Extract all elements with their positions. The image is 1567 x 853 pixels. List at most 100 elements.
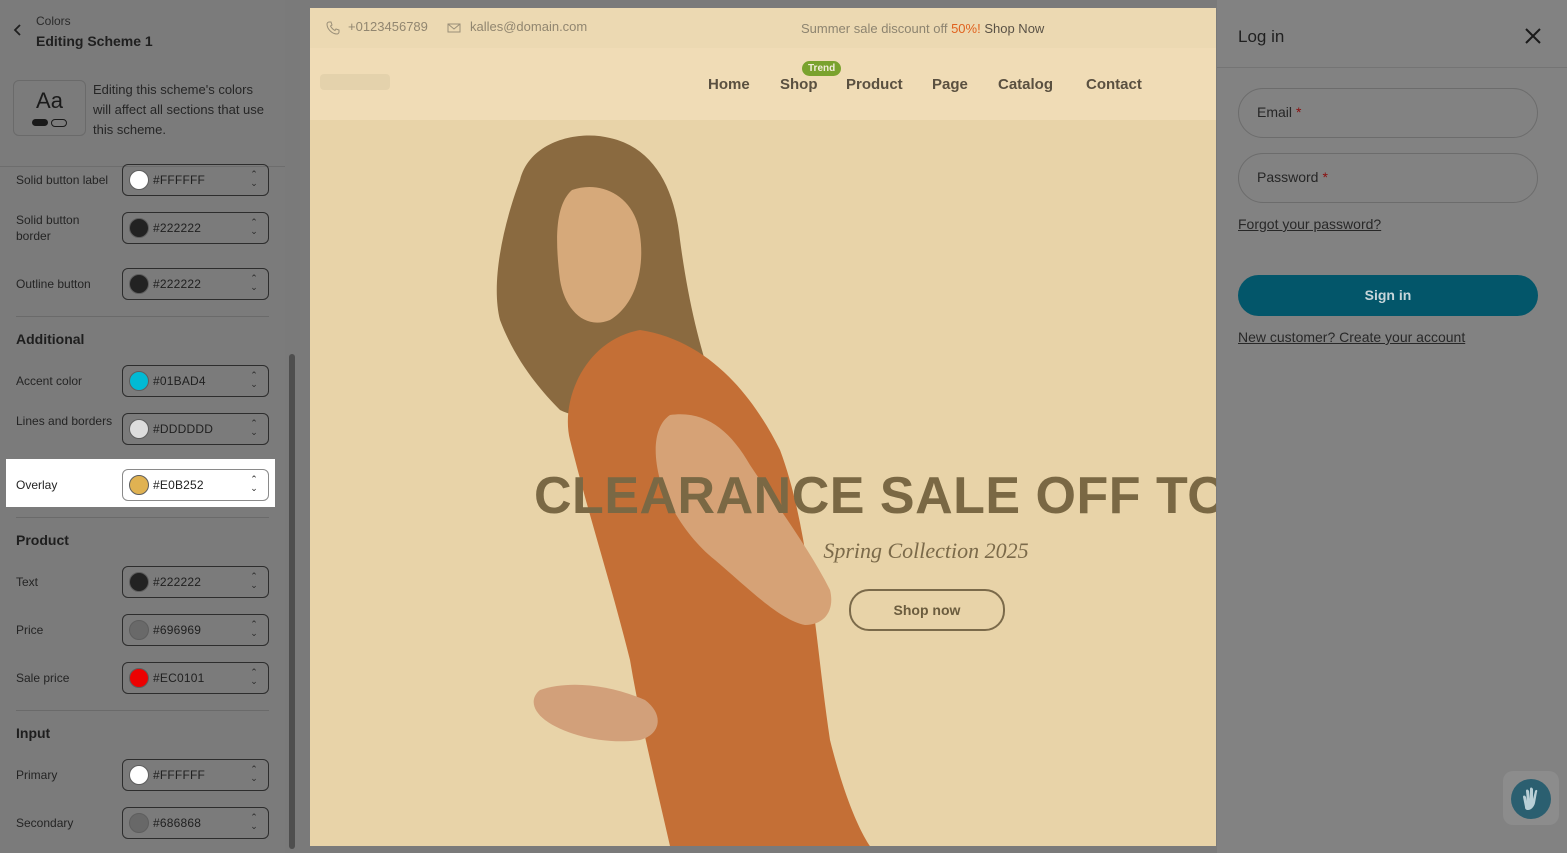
stepper-icon[interactable]: ⌃ ⌄ [249,170,259,188]
phone-number[interactable]: +0123456789 [348,19,428,34]
nav-shop[interactable]: Shop [780,76,818,93]
color-swatch[interactable] [129,419,149,439]
color-picker-sale-price[interactable]: #EC0101 ⌃ ⌄ [122,662,269,694]
hex-value[interactable]: #222222 [153,277,201,291]
hero-shop-now-button[interactable]: Shop now [849,589,1005,631]
stepper-icon[interactable]: ⌃ ⌄ [249,620,259,638]
color-picker-outline-button[interactable]: #222222 ⌃ ⌄ [122,268,269,300]
color-picker-accent[interactable]: #01BAD4 ⌃ ⌄ [122,365,269,397]
color-swatch[interactable] [129,813,149,833]
breadcrumb: Colors [36,14,71,28]
nav-home[interactable]: Home [708,76,750,93]
stepper-icon[interactable]: ⌃ ⌄ [249,813,259,831]
forgot-password-link[interactable]: Forgot your password? [1238,216,1381,232]
stepper-icon[interactable]: ⌃ ⌄ [249,572,259,590]
close-icon [1525,28,1541,44]
color-picker-overlay[interactable]: #E0B252 ⌃ ⌄ [122,469,269,501]
promo-shop-link[interactable]: Shop Now [984,21,1044,36]
hex-value[interactable]: #222222 [153,575,201,589]
promo-text: Summer sale discount off [801,21,952,36]
color-swatch[interactable] [129,170,149,190]
section-divider [16,710,269,711]
hex-value[interactable]: #E0B252 [153,478,204,492]
setting-label: Primary [16,768,58,782]
promo-message: Summer sale discount off 50%! Shop Now [801,21,1044,36]
stepper-icon[interactable]: ⌃ ⌄ [249,765,259,783]
panel-scrollbar[interactable] [289,354,295,849]
color-settings-panel: Colors Editing Scheme 1 Aa Editing this … [0,0,285,853]
section-title-product: Product [16,532,69,548]
create-account-link[interactable]: New customer? Create your account [1238,329,1465,345]
color-picker-product-text[interactable]: #222222 ⌃ ⌄ [122,566,269,598]
color-swatch[interactable] [129,218,149,238]
nav-contact[interactable]: Contact [1086,76,1142,93]
panel-title: Editing Scheme 1 [36,33,153,49]
setting-label: Price [16,623,44,637]
setting-label: Text [16,575,39,589]
scheme-description: Editing this scheme's colors will affect… [93,82,265,137]
close-button[interactable] [1521,24,1545,48]
color-picker-solid-button-label[interactable]: #FFFFFF ⌃ ⌄ [122,164,269,196]
section-divider [16,517,269,518]
email-placeholder: Email * [1257,104,1302,120]
hex-value[interactable]: #EC0101 [153,671,204,685]
color-picker-solid-button-border[interactable]: #222222 ⌃ ⌄ [122,212,269,244]
hex-value[interactable]: #696969 [153,623,201,637]
back-button[interactable] [10,22,26,40]
nav-product[interactable]: Product [846,76,903,93]
help-widget-button[interactable] [1503,771,1559,825]
hex-value[interactable]: #686868 [153,816,201,830]
stepper-icon[interactable]: ⌃ ⌄ [249,419,259,437]
color-swatch[interactable] [129,572,149,592]
stepper-icon[interactable]: ⌃ ⌄ [249,218,259,236]
hex-value[interactable]: #FFFFFF [153,173,205,187]
color-swatch[interactable] [129,620,149,640]
scheme-preview-swatch: Aa [13,80,86,136]
phone-icon [326,21,340,35]
color-picker-lines-borders[interactable]: #DDDDDD ⌃ ⌄ [122,413,269,445]
section-title-input: Input [16,725,51,741]
hero-subtitle: Spring Collection 2025 [823,538,1029,563]
color-swatch[interactable] [129,668,149,688]
outline-button-sample [51,119,67,127]
stepper-icon[interactable]: ⌃ ⌄ [249,371,259,389]
email-address[interactable]: kalles@domain.com [470,19,587,34]
store-preview: +0123456789 kalles@domain.com Summer sal… [310,8,1216,846]
hex-value[interactable]: #222222 [153,221,201,235]
nav-page[interactable]: Page [932,76,968,93]
hex-value[interactable]: #FFFFFF [153,768,205,782]
color-swatch[interactable] [129,371,149,391]
color-swatch[interactable] [129,475,149,495]
sign-in-button[interactable]: Sign in [1238,275,1538,316]
color-picker-input-secondary[interactable]: #686868 ⌃ ⌄ [122,807,269,839]
hero-title: CLEARANCE SALE OFF TO 70% [534,467,1216,525]
setting-label: Lines and borders [16,414,113,428]
drawer-title: Log in [1238,27,1285,46]
scheme-preview-text: Aa [36,88,63,113]
hex-value[interactable]: #DDDDDD [153,422,213,436]
password-field[interactable]: Password * [1238,153,1538,203]
required-mark: * [1322,169,1328,185]
stepper-icon[interactable]: ⌃ ⌄ [249,668,259,686]
setting-label: Sale price [16,671,70,685]
stepper-icon[interactable]: ⌃ ⌄ [249,475,259,493]
color-picker-price[interactable]: #696969 ⌃ ⌄ [122,614,269,646]
drawer-divider [1217,67,1567,68]
setting-label: Accent color [16,374,83,388]
login-drawer: Log in Email * Password * Forgot your pass… [1217,0,1567,853]
setting-label: Solid button label [16,173,109,187]
stepper-icon[interactable]: ⌃ ⌄ [249,274,259,292]
solid-button-sample [32,119,48,126]
setting-label: Outline button [16,277,91,291]
color-swatch[interactable] [129,765,149,785]
color-swatch[interactable] [129,274,149,294]
email-field[interactable]: Email * [1238,88,1538,138]
store-logo[interactable] [320,74,390,90]
hex-value[interactable]: #01BAD4 [153,374,206,388]
site-header: Home Shop Trend Product Page Catalog Con… [310,48,1216,120]
color-picker-input-primary[interactable]: #FFFFFF ⌃ ⌄ [122,759,269,791]
setting-label: Secondary [16,816,74,830]
trend-badge: Trend [802,61,842,76]
nav-catalog[interactable]: Catalog [998,76,1053,93]
password-placeholder: Password * [1257,169,1328,185]
